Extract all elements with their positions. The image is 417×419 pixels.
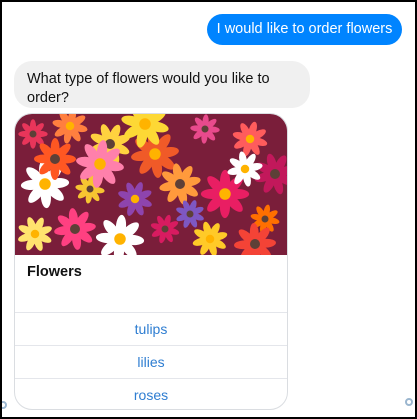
card-title: Flowers [27,264,82,280]
lilies-button[interactable]: lilies [15,345,287,378]
flower-center [219,188,231,200]
flower-center [261,215,269,223]
flower-center [205,234,215,244]
flower-center [30,229,40,239]
flower-center [29,130,37,138]
flower-center [94,158,106,170]
flower-center [161,225,169,233]
flower-center [240,164,250,174]
flower-center [114,233,126,245]
bot-message-bubble: What type of flowers would you like to o… [14,61,310,108]
flower-center [175,179,185,189]
flowers-card: Flowers tulips lilies roses [14,113,288,410]
chat-window: I would like to order flowers What type … [0,0,417,419]
user-message-bubble: I would like to order flowers [207,14,402,45]
flower-center [86,185,94,193]
flower-center [70,224,80,234]
flower-center [149,148,161,160]
roses-button[interactable]: roses [15,378,287,409]
flower-center [139,118,151,130]
flower-center [65,121,75,131]
flower-center [186,210,194,218]
right-corner-icon [405,398,413,406]
tulips-button[interactable]: tulips [15,312,287,345]
flower-center [50,154,60,164]
flower-center [201,125,209,133]
flowers-image [15,114,287,255]
flower-center [250,239,260,249]
flower-center [39,178,51,190]
flower-center [245,134,255,144]
flower-center [130,194,140,204]
flower-center [270,169,280,179]
left-corner-icon [2,401,7,409]
